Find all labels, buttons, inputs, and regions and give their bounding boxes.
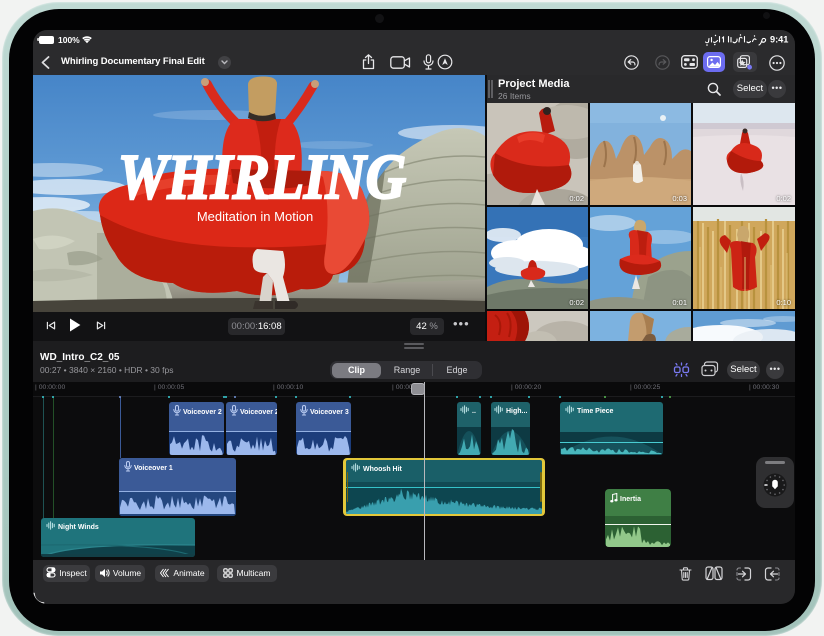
svg-text:9:41: 9:41 bbox=[770, 35, 788, 45]
svg-text:WHIRLING: WHIRLING bbox=[118, 141, 406, 212]
svg-text:Meditation in Motion: Meditation in Motion bbox=[197, 209, 313, 224]
